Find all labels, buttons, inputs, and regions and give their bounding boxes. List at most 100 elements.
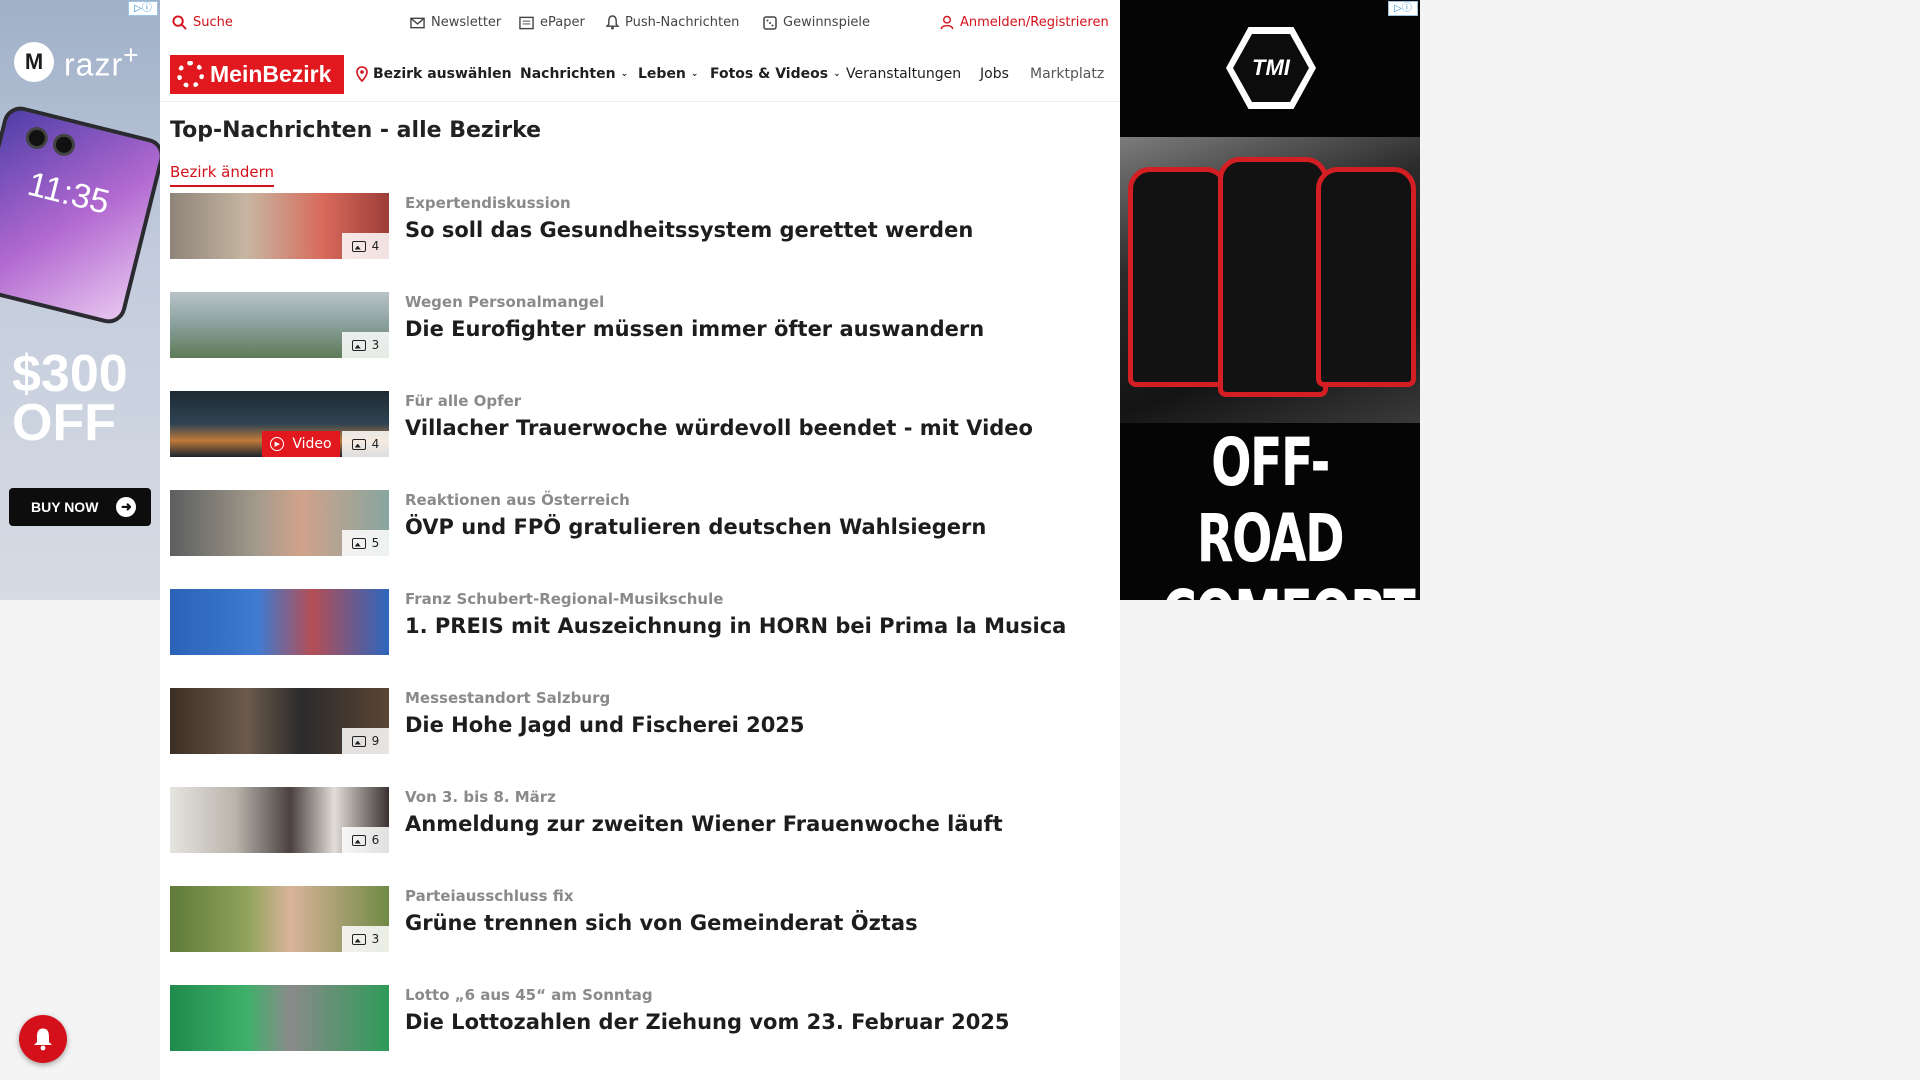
article-headline[interactable]: Anmeldung zur zweiten Wiener Frauenwoche… (405, 812, 1003, 836)
chevron-down-icon: ⌄ (620, 69, 629, 79)
ad-slogan: OFF-ROAD COMFORT (1162, 425, 1416, 601)
article-row[interactable]: 6 Von 3. bis 8. März Anmeldung zur zweite… (170, 787, 1110, 855)
nav-leben[interactable]: Leben ⌄ (638, 66, 698, 82)
gallery-icon (351, 240, 366, 252)
seats-image (1120, 137, 1420, 423)
gallery-count: 4 (371, 239, 380, 253)
bell-icon (606, 15, 619, 30)
buy-now-button[interactable]: BUY NOW ➜ (9, 488, 151, 526)
gallery-icon (351, 834, 366, 846)
tmi-logo-text: TMI (1233, 34, 1309, 102)
article-row[interactable]: 3 Parteiausschluss fix Grüne trennen sich… (170, 886, 1110, 954)
article-kicker: Für alle Opfer (405, 392, 522, 410)
article-thumbnail[interactable]: ▶ Video 4 (170, 391, 389, 457)
play-icon: ▶ (270, 437, 285, 451)
gallery-icon (351, 339, 366, 351)
newsletter-link[interactable]: Newsletter (410, 15, 501, 30)
article-headline[interactable]: Die Lottozahlen der Ziehung vom 23. Febr… (405, 1010, 1010, 1034)
camera-lens-icon (23, 124, 51, 152)
article-row[interactable]: 5 Reaktionen aus Österreich ÖVP und FPÖ g… (170, 490, 1110, 558)
gallery-icon (351, 933, 366, 945)
gallery-icon (351, 735, 366, 747)
adchoices-icon[interactable]: ▷ⓘ (128, 1, 158, 16)
motorola-logo-icon: M (14, 41, 54, 82)
article-headline[interactable]: ÖVP und FPÖ gratulieren deutschen Wahlsi… (405, 515, 986, 539)
epaper-link[interactable]: ePaper (519, 15, 585, 30)
article-row[interactable]: 3 Wegen Personalmangel Die Eurofighter mü… (170, 292, 1110, 360)
dice-icon (763, 15, 777, 30)
article-thumbnail[interactable]: 9 (170, 688, 389, 754)
notification-bell-button[interactable] (19, 1015, 67, 1063)
article-row[interactable]: 9 Messestandort Salzburg Die Hohe Jagd un… (170, 688, 1110, 756)
article-headline[interactable]: Villacher Trauerwoche würdevoll beendet … (405, 416, 1033, 440)
article-kicker: Von 3. bis 8. März (405, 788, 556, 806)
left-ad-banner[interactable]: ▷ⓘ M razr+ 11:35 $300 OFF BUY NOW ➜ (0, 0, 160, 600)
right-ad-banner[interactable]: ▷ⓘ TMI OFF-ROAD COMFORT (1120, 0, 1420, 600)
ad-slogan-line2: COMFORT (1162, 577, 1416, 601)
article-thumbnail[interactable] (170, 985, 389, 1051)
article-kicker: Lotto „6 aus 45“ am Sonntag (405, 986, 653, 1004)
article-thumbnail[interactable]: 4 (170, 193, 389, 259)
gallery-count-badge: 4 (342, 233, 389, 259)
article-thumbnail[interactable]: 3 (170, 292, 389, 358)
nav-jobs[interactable]: Jobs (980, 66, 1009, 82)
nav-label: Leben (638, 66, 686, 82)
adchoices-icon[interactable]: ▷ⓘ (1388, 1, 1418, 16)
gewinnspiele-link[interactable]: Gewinnspiele (763, 15, 870, 30)
article-kicker: Expertendiskussion (405, 194, 571, 212)
login-link[interactable]: Anmelden/Registrieren (940, 15, 1109, 30)
article-row[interactable]: Franz Schubert-Regional-Musikschule 1. PR… (170, 589, 1110, 657)
push-link[interactable]: Push-Nachrichten (606, 15, 739, 30)
article-kicker: Messestandort Salzburg (405, 689, 611, 707)
nav-label: Jobs (980, 66, 1009, 82)
newsletter-label: Newsletter (431, 15, 502, 30)
article-headline[interactable]: 1. PREIS mit Auszeichnung in HORN bei Pr… (405, 614, 1066, 638)
article-row[interactable]: Lotto „6 aus 45“ am Sonntag Die Lottozahl… (170, 985, 1110, 1053)
article-headline[interactable]: Grüne trennen sich von Gemeinderat Öztas (405, 911, 918, 935)
bell-icon (34, 1028, 52, 1051)
meinbezirk-logo[interactable]: MeinBezirk (170, 55, 344, 94)
nav-label: Marktplatz (1030, 66, 1105, 82)
gewinnspiele-label: Gewinnspiele (783, 15, 871, 30)
gallery-count: 3 (371, 932, 380, 946)
nav-nachrichten[interactable]: Nachrichten ⌄ (520, 66, 628, 82)
article-kicker: Franz Schubert-Regional-Musikschule (405, 590, 724, 608)
gallery-count-badge: 3 (342, 926, 389, 952)
tmi-logo: TMI (1226, 27, 1316, 109)
razr-brand: M razr+ (14, 40, 140, 84)
seat-shape (1128, 167, 1228, 387)
logo-text: MeinBezirk (210, 61, 332, 87)
bezirk-select-button[interactable]: Bezirk auswählen (356, 66, 512, 82)
gallery-count-badge: 3 (342, 332, 389, 358)
nav-veranstaltungen[interactable]: Veranstaltungen (846, 66, 961, 82)
gallery-count: 9 (371, 734, 380, 748)
bezirk-change-link[interactable]: Bezirk ändern (170, 163, 275, 187)
article-headline[interactable]: So soll das Gesundheitssystem gerettet w… (405, 218, 973, 242)
search-link[interactable]: Suche (172, 15, 233, 30)
article-thumbnail[interactable] (170, 589, 389, 655)
envelope-icon (410, 17, 425, 28)
article-thumbnail[interactable]: 5 (170, 490, 389, 556)
article-thumbnail[interactable]: 6 (170, 787, 389, 853)
seat-shape (1218, 157, 1328, 397)
buy-now-label: BUY NOW (31, 499, 99, 515)
article-kicker: Wegen Personalmangel (405, 293, 605, 311)
phone-time: 11:35 (23, 164, 114, 222)
arrow-right-icon: ➜ (116, 497, 137, 517)
article-row[interactable]: 4 Expertendiskussion So soll das Gesundhe… (170, 193, 1110, 261)
seat-shape (1316, 167, 1416, 387)
top-utility-bar: Suche Newsletter ePaper Push-Nachrichten… (160, 0, 1120, 46)
article-thumbnail[interactable]: 3 (170, 886, 389, 952)
nav-label: Nachrichten (520, 66, 616, 82)
nav-fotos-videos[interactable]: Fotos & Videos ⌄ (710, 66, 841, 82)
article-headline[interactable]: Die Eurofighter müssen immer öfter auswa… (405, 317, 984, 341)
article-row[interactable]: ▶ Video 4 Für alle Opfer Villacher Trauerw… (170, 391, 1110, 459)
gallery-count-badge: 5 (342, 530, 389, 556)
article-headline[interactable]: Die Hohe Jagd und Fischerei 2025 (405, 713, 805, 737)
gallery-count: 4 (371, 437, 380, 451)
chevron-down-icon: ⌄ (833, 69, 841, 79)
push-label: Push-Nachrichten (625, 15, 740, 30)
gallery-icon (351, 537, 366, 549)
gallery-count-badge: 9 (342, 728, 389, 754)
nav-marktplatz[interactable]: Marktplatz (1030, 66, 1104, 82)
